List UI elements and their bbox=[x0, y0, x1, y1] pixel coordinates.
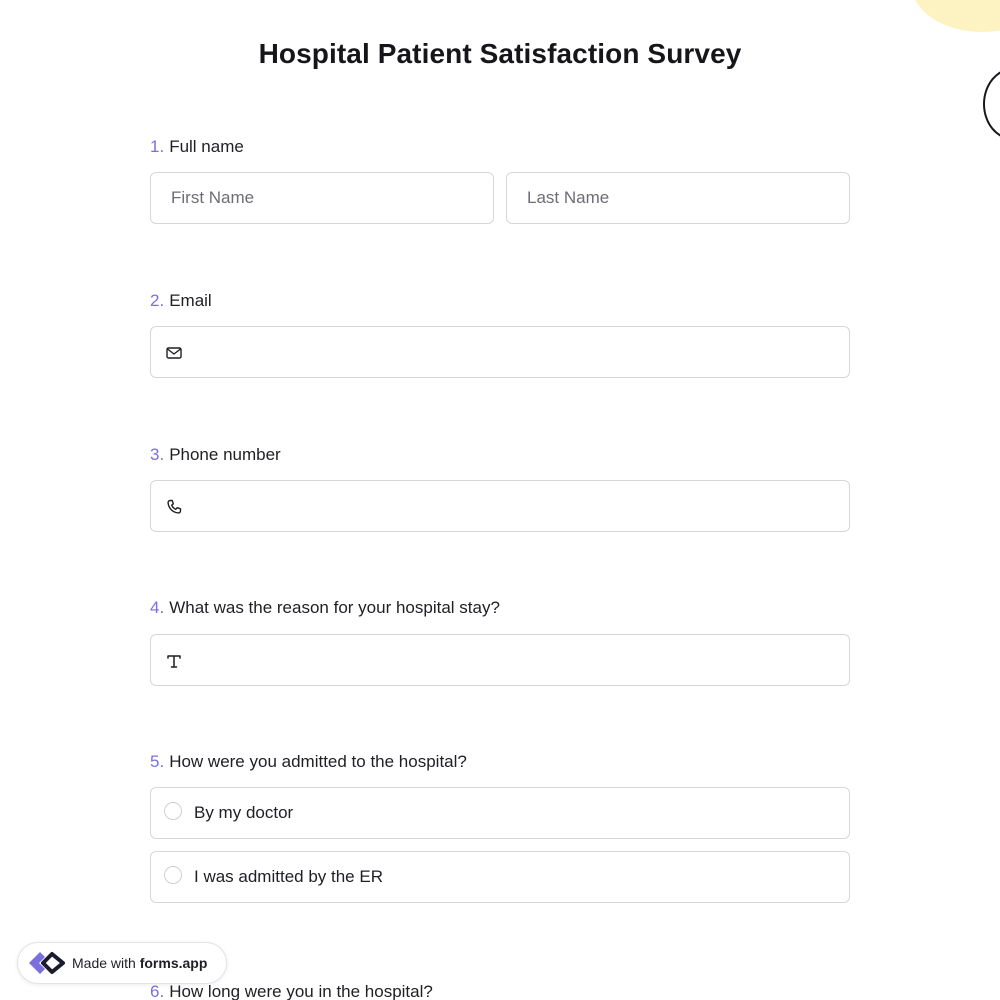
question-full-name: 1. Full name bbox=[150, 135, 850, 159]
question-number: 2. bbox=[150, 291, 165, 310]
first-name-input[interactable] bbox=[151, 173, 493, 223]
email-input[interactable] bbox=[151, 327, 849, 377]
question-stay-length: 6. How long were you in the hospital? bbox=[150, 980, 850, 1000]
question-number: 6. bbox=[150, 982, 165, 1000]
question-text: How long were you in the hospital? bbox=[169, 982, 433, 1000]
question-label: 5. How were you admitted to the hospital? bbox=[150, 750, 850, 774]
first-name-field[interactable] bbox=[150, 172, 494, 224]
email-field[interactable] bbox=[150, 326, 850, 378]
question-phone: 3. Phone number bbox=[150, 443, 850, 467]
phone-field[interactable] bbox=[150, 480, 850, 532]
last-name-field[interactable] bbox=[506, 172, 850, 224]
question-number: 3. bbox=[150, 445, 165, 464]
text-icon bbox=[164, 651, 184, 671]
decorative-outline-shape bbox=[983, 68, 1000, 140]
question-reason: 4. What was the reason for your hospital … bbox=[150, 596, 850, 620]
question-number: 4. bbox=[150, 598, 165, 617]
question-label: 6. How long were you in the hospital? bbox=[150, 980, 850, 1000]
survey-page: Hospital Patient Satisfaction Survey 1. F… bbox=[0, 0, 1000, 1000]
radio-button[interactable] bbox=[164, 866, 182, 884]
brand-name: forms.app bbox=[139, 955, 208, 971]
question-label: 2. Email bbox=[150, 289, 850, 313]
forms-app-logo-icon bbox=[26, 946, 66, 980]
question-number: 1. bbox=[150, 137, 165, 156]
question-text: Email bbox=[169, 291, 212, 310]
envelope-icon bbox=[164, 343, 184, 363]
survey-title: Hospital Patient Satisfaction Survey bbox=[258, 38, 742, 69]
reason-field[interactable] bbox=[150, 634, 850, 686]
question-label: 1. Full name bbox=[150, 135, 850, 159]
radio-option[interactable]: By my doctor bbox=[150, 787, 850, 839]
reason-input[interactable] bbox=[151, 635, 849, 685]
radio-option[interactable]: I was admitted by the ER bbox=[150, 851, 850, 903]
question-label: 3. Phone number bbox=[150, 443, 850, 467]
question-text: How were you admitted to the hospital? bbox=[169, 752, 467, 771]
last-name-input[interactable] bbox=[507, 173, 849, 223]
question-text: Phone number bbox=[169, 445, 281, 464]
phone-icon bbox=[164, 497, 184, 517]
made-with-text: Made with forms.app bbox=[72, 955, 208, 971]
radio-button[interactable] bbox=[164, 802, 182, 820]
question-label: 4. What was the reason for your hospital … bbox=[150, 596, 850, 620]
question-text: What was the reason for your hospital st… bbox=[169, 598, 500, 617]
question-number: 5. bbox=[150, 752, 165, 771]
question-admission: 5. How were you admitted to the hospital? bbox=[150, 750, 850, 774]
radio-option-label: I was admitted by the ER bbox=[194, 867, 383, 886]
decorative-yellow-blob bbox=[912, 0, 1000, 32]
question-text: Full name bbox=[169, 137, 244, 156]
radio-option-label: By my doctor bbox=[194, 803, 294, 822]
made-with-badge[interactable]: Made with forms.app bbox=[17, 942, 227, 984]
question-email: 2. Email bbox=[150, 289, 850, 313]
phone-input[interactable] bbox=[151, 481, 849, 531]
